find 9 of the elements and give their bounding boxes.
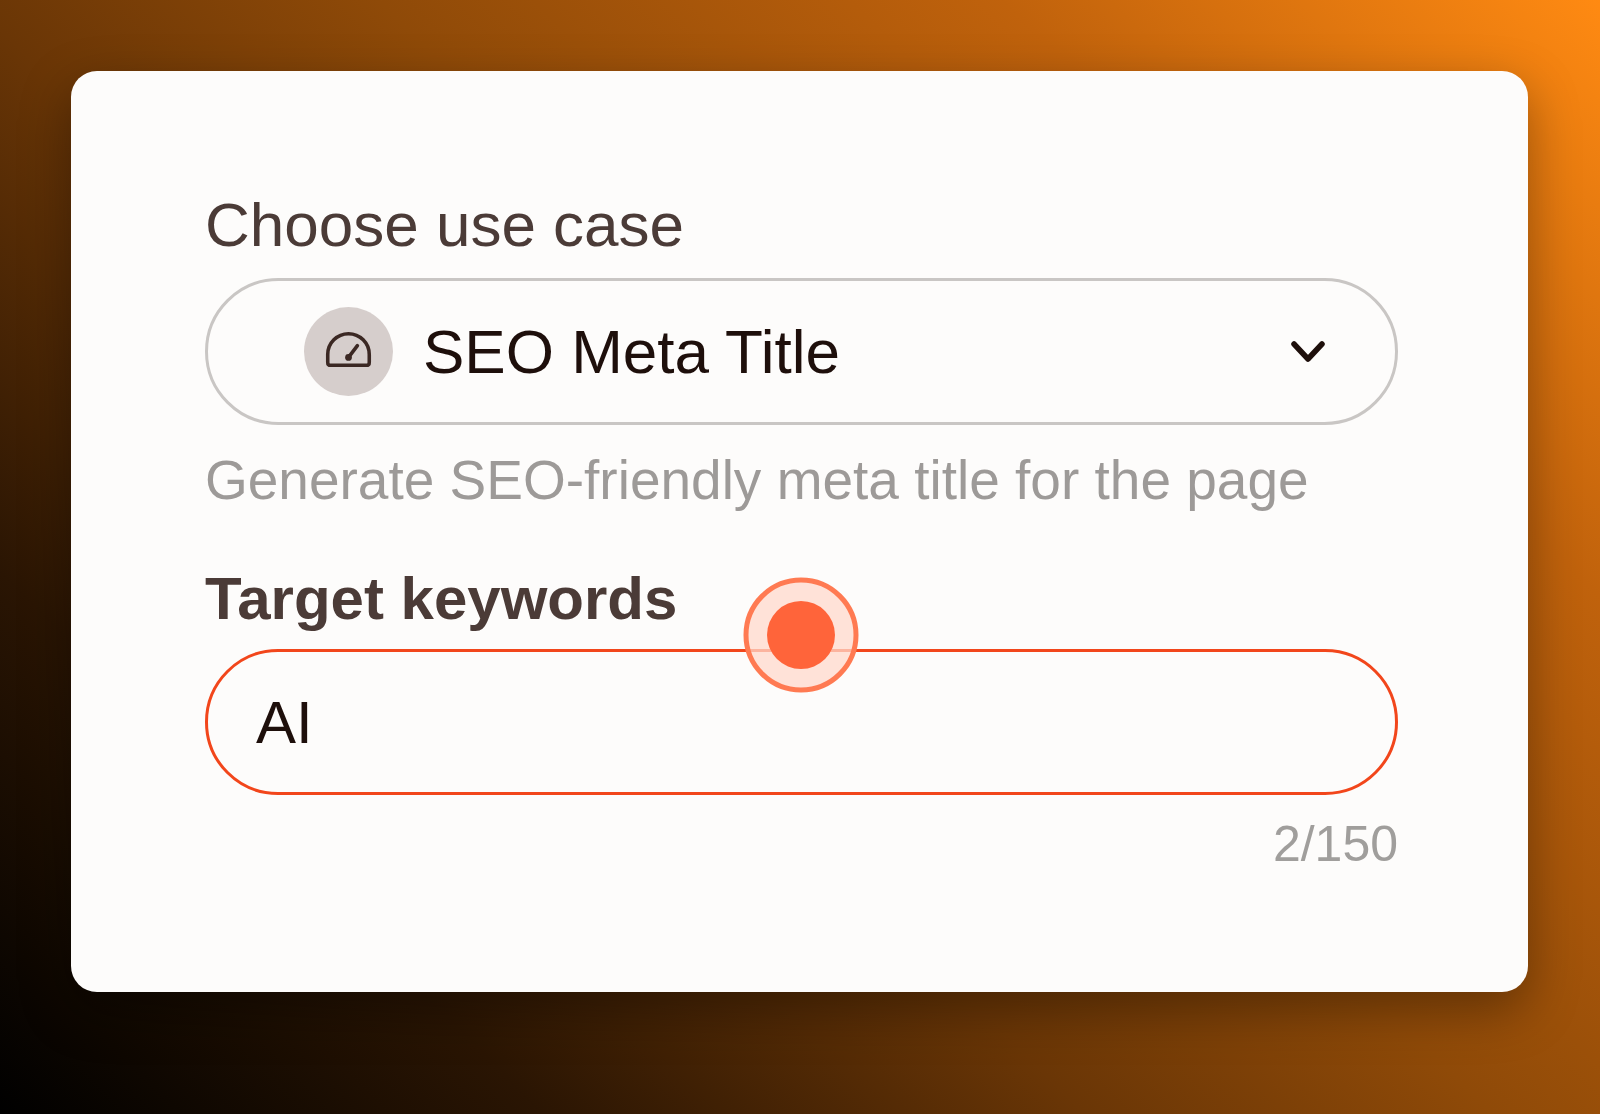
character-counter: 2/150 [1272, 815, 1398, 875]
click-marker-icon [743, 577, 859, 693]
use-case-label: Choose use case [205, 189, 685, 261]
use-case-description: Generate SEO-friendly meta title for the page [205, 448, 1309, 514]
chevron-down-icon [1291, 340, 1325, 363]
keywords-label: Target keywords [205, 564, 678, 635]
keywords-input[interactable]: AI [205, 649, 1398, 796]
use-case-dropdown[interactable]: SEO Meta Title [205, 278, 1398, 426]
gauge-icon [304, 307, 393, 397]
